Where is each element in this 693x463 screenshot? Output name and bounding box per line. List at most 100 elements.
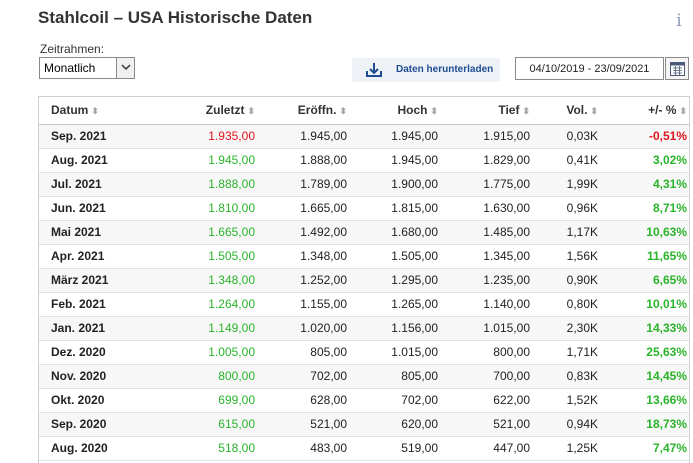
cell-high: 702,00	[351, 388, 442, 413]
sort-icon: ⬍	[91, 106, 99, 117]
cell-open: 702,00	[259, 364, 351, 389]
cell-date: Dez. 2020	[39, 340, 139, 365]
cell-change: 13,66%	[602, 388, 689, 413]
cell-last: 1.264,00	[139, 292, 259, 317]
cell-volume: 0,80K	[534, 292, 602, 317]
cell-date: Mai 2021	[39, 220, 139, 245]
cell-date: Jan. 2021	[39, 316, 139, 341]
table-row: März 2021 1.348,00 1.252,00 1.295,00 1.235,0…	[39, 268, 689, 293]
column-header-high[interactable]: Hoch ⬍	[351, 97, 442, 125]
cell-date: Feb. 2021	[39, 292, 139, 317]
cell-open: 1.789,00	[259, 172, 351, 197]
cell-open: 483,00	[259, 436, 351, 461]
column-header-last[interactable]: Zuletzt ⬍	[139, 97, 259, 125]
cell-high: 1.265,00	[351, 292, 442, 317]
cell-last: 1.810,00	[139, 196, 259, 221]
cell-date: Nov. 2020	[39, 364, 139, 389]
column-header-change[interactable]: +/- % ⬍	[602, 97, 689, 125]
cell-change: 3,02%	[602, 148, 689, 173]
cell-last: 1.945,00	[139, 148, 259, 173]
cell-last: 699,00	[139, 388, 259, 413]
cell-low: 1.345,00	[442, 244, 534, 269]
cell-open: 1.348,00	[259, 244, 351, 269]
column-header-date[interactable]: Datum ⬍	[39, 97, 139, 125]
cell-high: 1.945,00	[351, 148, 442, 173]
timeframe-label: Zeitrahmen:	[40, 42, 105, 56]
cell-volume: 0,90K	[534, 268, 602, 293]
cell-open: 1.252,00	[259, 268, 351, 293]
download-label: Daten herunterladen	[396, 64, 494, 75]
cell-change: -0,51%	[602, 124, 689, 149]
cell-high: 805,00	[351, 364, 442, 389]
cell-low: 1.775,00	[442, 172, 534, 197]
cell-date: Sep. 2020	[39, 412, 139, 437]
cell-volume: 0,94K	[534, 412, 602, 437]
cell-open: 1.492,00	[259, 220, 351, 245]
cell-volume: 0,03K	[534, 124, 602, 149]
cell-low: 1.140,00	[442, 292, 534, 317]
sort-icon: ⬍	[679, 106, 687, 117]
cell-volume: 1,25K	[534, 436, 602, 461]
chevron-down-icon[interactable]	[116, 58, 134, 78]
cell-change: 11,65%	[602, 244, 689, 269]
cell-low: 1.630,00	[442, 196, 534, 221]
historical-data-table: Datum ⬍ Zuletzt ⬍ Eröffn. ⬍ Hoch ⬍ Tief ⬍ Vol…	[38, 96, 690, 463]
timeframe-select[interactable]: Monatlich	[39, 57, 135, 79]
cell-low: 1.485,00	[442, 220, 534, 245]
cell-change: 6,65%	[602, 268, 689, 293]
cell-change: 8,71%	[602, 196, 689, 221]
cell-date: Jul. 2021	[39, 172, 139, 197]
column-header-low[interactable]: Tief ⬍	[442, 97, 534, 125]
sort-icon: ⬍	[590, 106, 598, 117]
cell-last: 615,00	[139, 412, 259, 437]
download-icon	[365, 62, 383, 78]
column-header-volume[interactable]: Vol. ⬍	[534, 97, 602, 125]
cell-last: 1.665,00	[139, 220, 259, 245]
sort-icon: ⬍	[430, 106, 438, 117]
cell-volume: 1,52K	[534, 388, 602, 413]
table-row: Okt. 2020 699,00 628,00 702,00 622,00 1,52K 13…	[39, 388, 689, 413]
cell-high: 1.945,00	[351, 124, 442, 149]
cell-date: März 2021	[39, 268, 139, 293]
cell-low: 800,00	[442, 340, 534, 365]
cell-low: 1.829,00	[442, 148, 534, 173]
cell-volume: 0,83K	[534, 364, 602, 389]
cell-last: 800,00	[139, 364, 259, 389]
cell-low: 622,00	[442, 388, 534, 413]
cell-high: 620,00	[351, 412, 442, 437]
cell-last: 1.149,00	[139, 316, 259, 341]
cell-low: 1.235,00	[442, 268, 534, 293]
cell-change: 10,63%	[602, 220, 689, 245]
table-row: Dez. 2020 1.005,00 805,00 1.015,00 800,00 1,7…	[39, 340, 689, 365]
cell-open: 628,00	[259, 388, 351, 413]
cell-change: 7,47%	[602, 436, 689, 461]
cell-date: Aug. 2021	[39, 148, 139, 173]
cell-change: 4,31%	[602, 172, 689, 197]
cell-volume: 2,30K	[534, 316, 602, 341]
cell-date: Apr. 2021	[39, 244, 139, 269]
cell-volume: 0,41K	[534, 148, 602, 173]
date-range-input[interactable]: 04/10/2019 - 23/09/2021	[515, 57, 664, 80]
cell-high: 1.815,00	[351, 196, 442, 221]
cell-open: 1.020,00	[259, 316, 351, 341]
table-row: Jul. 2021 1.888,00 1.789,00 1.900,00 1.775,0…	[39, 172, 689, 197]
table-row: Aug. 2021 1.945,00 1.888,00 1.945,00 1.829,0…	[39, 148, 689, 173]
cell-low: 447,00	[442, 436, 534, 461]
column-header-open[interactable]: Eröffn. ⬍	[259, 97, 351, 125]
timeframe-value: Monatlich	[44, 61, 96, 75]
cell-last: 1.005,00	[139, 340, 259, 365]
cell-change: 14,45%	[602, 364, 689, 389]
cell-open: 521,00	[259, 412, 351, 437]
cell-last: 1.935,00	[139, 124, 259, 149]
info-icon[interactable]: i	[671, 10, 687, 32]
table-header-row: Datum ⬍ Zuletzt ⬍ Eröffn. ⬍ Hoch ⬍ Tief ⬍ Vol…	[39, 97, 689, 125]
cell-high: 1.680,00	[351, 220, 442, 245]
cell-low: 521,00	[442, 412, 534, 437]
calendar-button[interactable]	[665, 57, 689, 80]
download-data-button[interactable]: Daten herunterladen	[352, 58, 500, 82]
cell-date: Jun. 2021	[39, 196, 139, 221]
sort-icon: ⬍	[247, 106, 255, 117]
cell-volume: 1,17K	[534, 220, 602, 245]
table-row: Jun. 2021 1.810,00 1.665,00 1.815,00 1.630,0…	[39, 196, 689, 221]
cell-date: Aug. 2020	[39, 436, 139, 461]
